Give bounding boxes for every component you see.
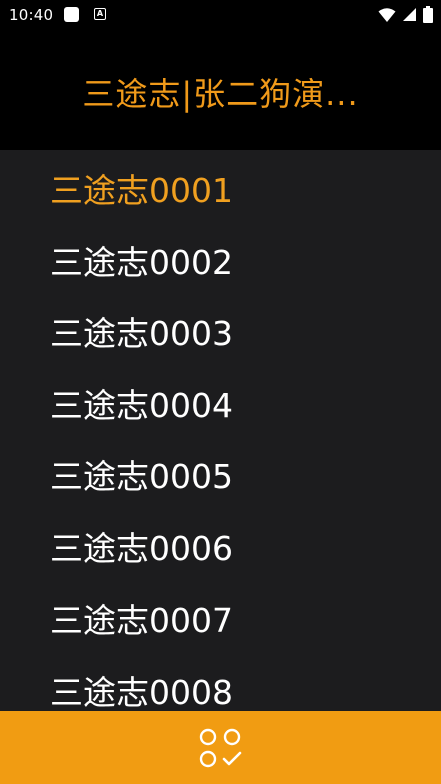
list-item-episode-0002[interactable]: 三途志0002 — [0, 224, 441, 296]
list-item-episode-0005[interactable]: 三途志0005 — [0, 438, 441, 510]
episode-list[interactable]: 三途志0001 三途志0002 三途志0003 三途志0004 三途志0005 … — [0, 150, 441, 711]
signal-icon — [403, 8, 416, 21]
battery-icon — [423, 6, 433, 23]
wifi-icon — [378, 7, 396, 22]
episode-label: 三途志0007 — [50, 601, 233, 640]
status-bar: 10:40 A — [0, 0, 441, 30]
square-app-icon — [64, 7, 79, 22]
episode-label: 三途志0004 — [50, 386, 233, 425]
status-time: 10:40 — [9, 6, 54, 24]
list-item-episode-0008[interactable]: 三途志0008 — [0, 654, 441, 711]
episode-label: 三途志0003 — [50, 314, 233, 353]
episode-label: 三途志0008 — [50, 673, 233, 711]
list-item-episode-0003[interactable]: 三途志0003 — [0, 295, 441, 367]
list-item-episode-0006[interactable]: 三途志0006 — [0, 510, 441, 582]
list-item-episode-0004[interactable]: 三途志0004 — [0, 367, 441, 439]
bottom-bar — [0, 711, 441, 784]
header: 三途志|张二狗演... — [0, 30, 441, 150]
status-icons — [378, 6, 433, 23]
a-notification-icon: A — [94, 8, 106, 20]
page-title: 三途志|张二狗演... — [82, 75, 359, 113]
list-item-episode-0001[interactable]: 三途志0001 — [0, 152, 441, 224]
episode-label: 三途志0005 — [50, 457, 233, 496]
screen: 10:40 A 三途志|张二狗演... 三途志0001 三途志0002 三途志0… — [0, 0, 441, 784]
list-item-episode-0007[interactable]: 三途志0007 — [0, 582, 441, 654]
episode-label: 三途志0001 — [50, 171, 233, 210]
episode-label: 三途志0002 — [50, 243, 233, 282]
episode-label: 三途志0006 — [50, 529, 233, 568]
select-all-icon[interactable] — [198, 726, 244, 770]
